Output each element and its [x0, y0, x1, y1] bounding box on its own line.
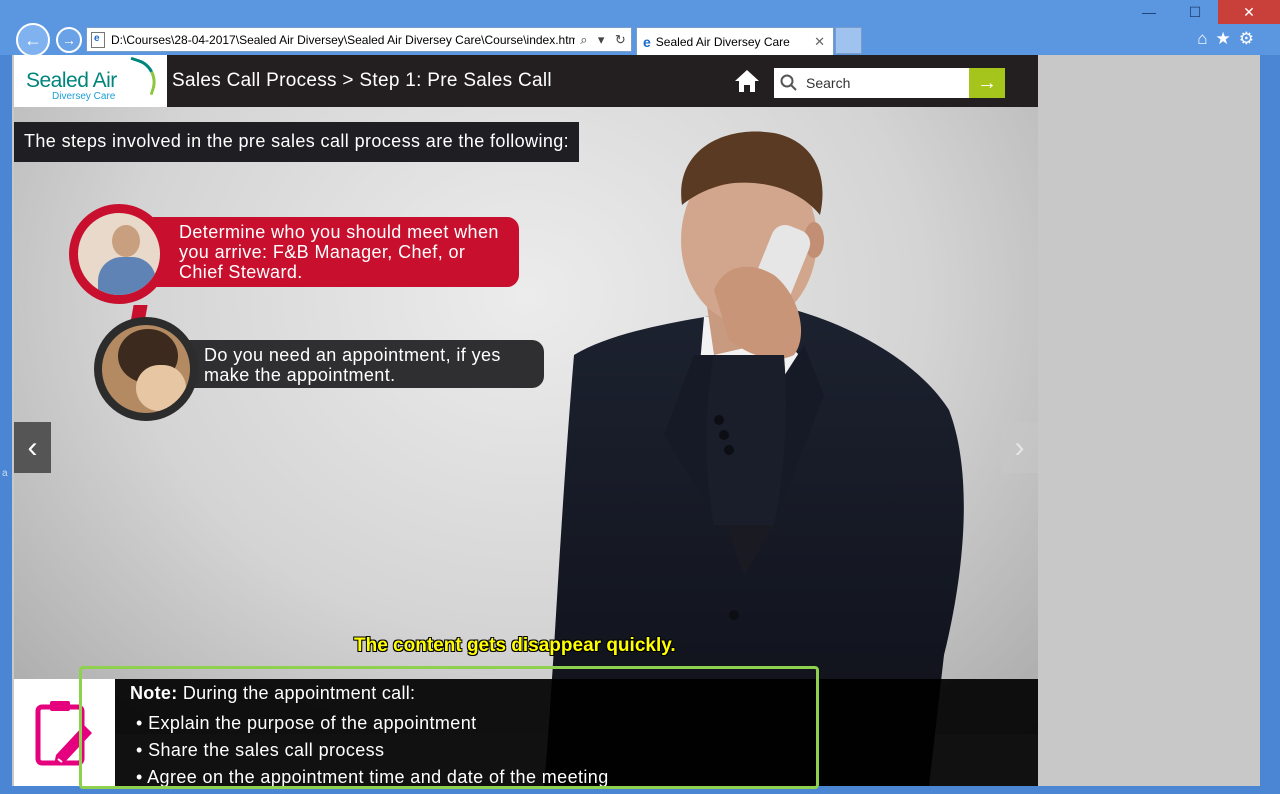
back-button[interactable]: ← — [16, 23, 50, 57]
address-tools: ⌕ ▾ ↻ — [575, 32, 631, 48]
step-1-text: Determine who you should meet when you a… — [153, 217, 519, 287]
search-icon[interactable]: ⌕ — [580, 32, 587, 48]
address-bar[interactable]: D:\Courses\28-04-2017\Sealed Air Diverse… — [86, 27, 632, 52]
step-1-photo — [69, 204, 169, 304]
search-box — [774, 68, 969, 98]
minimize-button[interactable]: — — [1126, 0, 1172, 24]
desktop-edge-mark: a — [2, 468, 8, 479]
intro-heading: The steps involved in the pre sales call… — [14, 122, 580, 162]
window-buttons: — ☐ ✕ — [1126, 0, 1280, 24]
warning-annotation: The content gets disappear quickly. — [354, 635, 676, 656]
page-title: Sales Call Process > Step 1: Pre Sales C… — [172, 70, 552, 91]
next-slide-button[interactable]: › — [1001, 422, 1038, 473]
sealed-air-logo: Sealed Air Diversey Care — [14, 55, 167, 107]
home-icon[interactable] — [733, 67, 761, 95]
address-url[interactable]: D:\Courses\28-04-2017\Sealed Air Diverse… — [111, 33, 575, 47]
gear-icon[interactable]: ⚙ — [1239, 29, 1254, 49]
maximize-button[interactable]: ☐ — [1172, 0, 1218, 24]
logo-subtitle: Diversey Care — [52, 91, 116, 102]
close-window-button[interactable]: ✕ — [1218, 0, 1280, 24]
page-icon — [91, 31, 105, 48]
step-2-photo — [94, 317, 198, 421]
search-input[interactable] — [806, 75, 956, 91]
forward-button[interactable]: → — [56, 27, 82, 53]
browser-tab[interactable]: e Sealed Air Diversey Care ✕ — [636, 27, 834, 55]
star-icon[interactable]: ★ — [1216, 29, 1231, 49]
tab-title: Sealed Air Diversey Care — [655, 34, 790, 49]
back-arrow-icon: ← — [24, 29, 42, 50]
refresh-icon[interactable]: ↻ — [615, 32, 626, 48]
forward-arrow-icon: → — [62, 32, 76, 48]
search-icon — [780, 74, 797, 91]
search-submit-button[interactable]: → — [969, 68, 1005, 98]
tab-close-icon[interactable]: ✕ — [814, 34, 825, 50]
highlight-box — [79, 666, 819, 789]
logo-name: Sealed Air — [26, 69, 117, 92]
ie-icon: e — [643, 33, 651, 50]
browser-chrome: — ☐ ✕ ← → D:\Courses\28-04-2017\Sealed A… — [0, 0, 1280, 57]
home-icon[interactable]: ⌂ — [1197, 29, 1207, 49]
previous-slide-button[interactable]: ‹ — [14, 422, 51, 473]
step-2-text: Do you need an appointment, if yes make … — [184, 340, 544, 388]
dropdown-icon[interactable]: ▾ — [598, 32, 605, 48]
browser-toolbar-icons: ⌂ ★ ⚙ — [1197, 29, 1254, 49]
new-tab-button[interactable] — [835, 27, 862, 54]
course-header: Sealed Air Diversey Care Sales Call Proc… — [14, 55, 1038, 107]
logo-swoosh-icon — [122, 56, 162, 96]
